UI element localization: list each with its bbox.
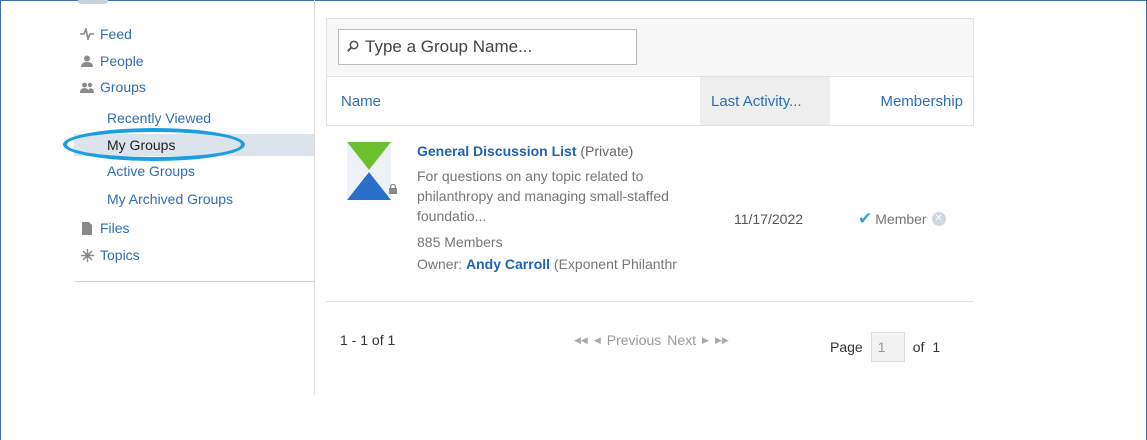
sidebar-item-groups[interactable]: Groups (74, 76, 314, 98)
pulse-icon (74, 28, 100, 40)
column-header-last-activity[interactable]: Last Activity... (700, 77, 830, 125)
first-page-icon[interactable]: ◀◀ (574, 335, 588, 346)
membership-status: ✔ Member ✕ (858, 209, 946, 229)
next-arrow-icon[interactable]: ▶ (702, 335, 709, 346)
sidebar-item-recently-viewed[interactable]: Recently Viewed (74, 107, 314, 129)
sidebar-item-label: Groups (100, 79, 146, 95)
groups-panel: Name Last Activity... Membership General… (326, 18, 974, 378)
highlight-annotation-ring (63, 128, 245, 161)
page-number-input[interactable]: 1 (870, 332, 905, 362)
sidebar-item-my-archived-groups[interactable]: My Archived Groups (74, 188, 314, 210)
search-input[interactable] (365, 37, 625, 57)
table-header: Name Last Activity... Membership (326, 76, 974, 126)
result-count: 1 - 1 of 1 (340, 332, 396, 348)
sidebar-item-label: Active Groups (107, 163, 195, 179)
sidebar-divider (74, 281, 314, 282)
group-link[interactable]: General Discussion List (417, 143, 577, 159)
page-label: Page (830, 339, 863, 355)
search-icon (347, 39, 359, 55)
column-header-name[interactable]: Name (341, 77, 381, 125)
checkmark-icon: ✔ (858, 209, 873, 228)
group-description: For questions on any topic related to ph… (417, 168, 669, 224)
group-owner: Owner: Andy Carroll (Exponent Philanthr (417, 256, 677, 272)
sidebar-item-topics[interactable]: Topics (74, 244, 314, 266)
sidebar-item-feed[interactable]: Feed (74, 23, 314, 45)
sidebar-item-active-groups[interactable]: Active Groups (74, 160, 314, 182)
membership-label: Member (875, 211, 927, 227)
previous-button[interactable]: Previous (607, 332, 661, 348)
sidebar-item-files[interactable]: Files (74, 217, 314, 239)
sidebar-nav: Feed People Groups Recently Viewed My Gr… (74, 0, 314, 395)
table-row: General Discussion List (Private) For qu… (326, 126, 974, 301)
panel-divider (314, 0, 315, 395)
column-header-membership[interactable]: Membership (853, 77, 973, 125)
sidebar-item-label: My Archived Groups (107, 191, 234, 207)
owner-link[interactable]: Andy Carroll (466, 256, 550, 272)
lock-icon (389, 183, 397, 197)
group-logo[interactable] (347, 142, 391, 200)
of-label: of (912, 339, 925, 355)
sidebar-top-tab (78, 0, 108, 4)
sidebar-item-label: Feed (100, 26, 132, 42)
group-member-count: 885 Members (417, 234, 503, 250)
row-divider (326, 301, 974, 302)
last-page-icon[interactable]: ▶▶ (715, 335, 729, 346)
sidebar-item-label: Files (100, 220, 130, 236)
owner-org: (Exponent Philanthr (553, 256, 677, 272)
page-indicator: Page 1 of 1 (830, 332, 940, 362)
total-pages: 1 (932, 339, 941, 355)
pagination-controls: ◀◀ ◀ Previous Next ▶ ▶▶ (574, 332, 729, 348)
sidebar-item-label: People (100, 53, 144, 69)
group-icon (74, 82, 100, 93)
previous-arrow-icon[interactable]: ◀ (594, 335, 601, 346)
sidebar-item-label: Recently Viewed (107, 110, 212, 126)
owner-label: Owner: (417, 256, 463, 272)
group-visibility: (Private) (580, 143, 634, 159)
next-button[interactable]: Next (667, 332, 696, 348)
person-icon (74, 55, 100, 67)
sidebar-item-label: Topics (100, 247, 140, 263)
leave-group-icon[interactable]: ✕ (931, 212, 946, 226)
last-activity-date: 11/17/2022 (734, 211, 804, 227)
topics-icon (74, 248, 100, 262)
sidebar-item-people[interactable]: People (74, 50, 314, 72)
search-bar (326, 18, 974, 76)
group-title: General Discussion List (Private) (417, 143, 633, 159)
file-icon (74, 221, 100, 235)
group-search-field[interactable] (338, 29, 637, 65)
